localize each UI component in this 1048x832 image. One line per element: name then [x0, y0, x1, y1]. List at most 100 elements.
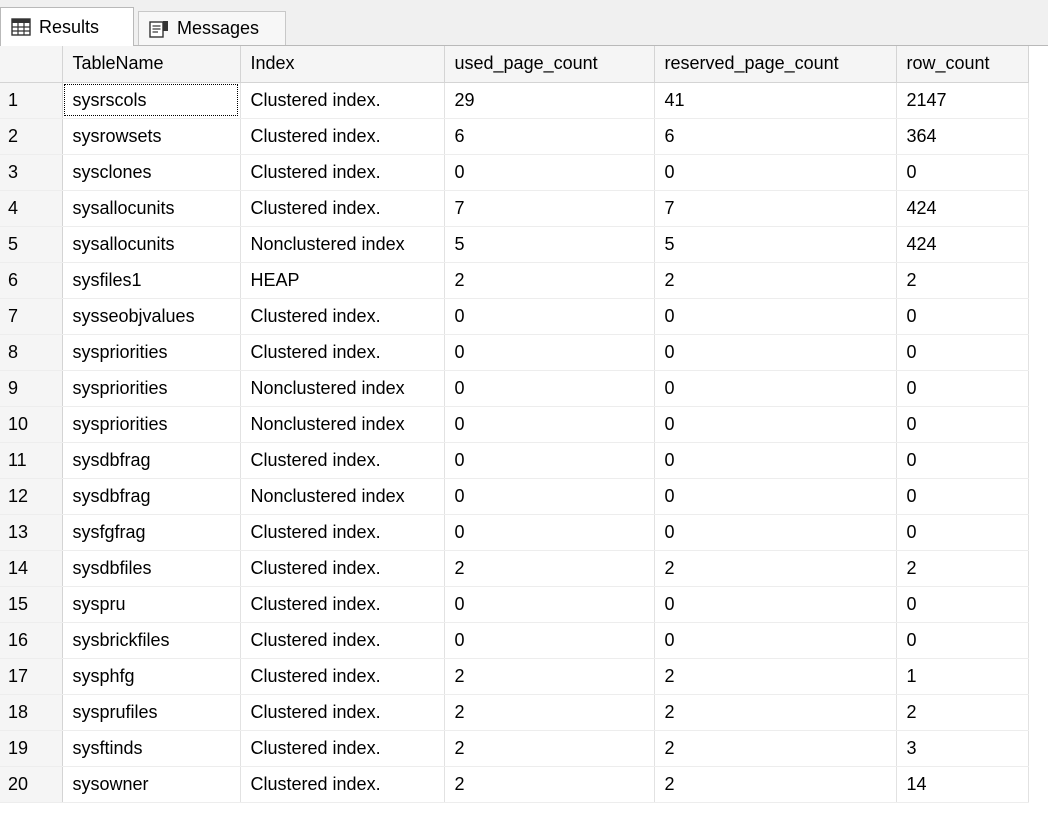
- cell-row-count[interactable]: 0: [896, 370, 1029, 407]
- table-row[interactable]: 8 syspriorities Clustered index. 0 0 0: [0, 334, 1029, 371]
- table-row[interactable]: 1 sysrscols Clustered index. 29 41 2147: [0, 82, 1029, 119]
- cell-reserved-page-count[interactable]: 6: [654, 118, 897, 155]
- cell-used-page-count[interactable]: 0: [444, 622, 655, 659]
- cell-tablename[interactable]: sysallocunits: [62, 226, 241, 263]
- cell-row-count[interactable]: 424: [896, 226, 1029, 263]
- cell-tablename[interactable]: sysseobjvalues: [62, 298, 241, 335]
- row-number[interactable]: 4: [0, 190, 63, 227]
- cell-index[interactable]: Clustered index.: [240, 118, 445, 155]
- row-number[interactable]: 5: [0, 226, 63, 263]
- cell-used-page-count[interactable]: 0: [444, 298, 655, 335]
- cell-used-page-count[interactable]: 0: [444, 514, 655, 551]
- cell-reserved-page-count[interactable]: 2: [654, 730, 897, 767]
- row-number[interactable]: 8: [0, 334, 63, 371]
- cell-reserved-page-count[interactable]: 0: [654, 514, 897, 551]
- tab-results[interactable]: Results: [0, 7, 134, 46]
- column-header-row-count[interactable]: row_count: [896, 46, 1029, 83]
- cell-reserved-page-count[interactable]: 2: [654, 766, 897, 803]
- column-header-used-page-count[interactable]: used_page_count: [444, 46, 655, 83]
- row-number[interactable]: 2: [0, 118, 63, 155]
- cell-index[interactable]: Clustered index.: [240, 298, 445, 335]
- cell-reserved-page-count[interactable]: 2: [654, 694, 897, 731]
- cell-index[interactable]: Clustered index.: [240, 514, 445, 551]
- cell-reserved-page-count[interactable]: 0: [654, 478, 897, 515]
- cell-tablename[interactable]: sysphfg: [62, 658, 241, 695]
- cell-row-count[interactable]: 0: [896, 298, 1029, 335]
- table-row[interactable]: 16 sysbrickfiles Clustered index. 0 0 0: [0, 622, 1029, 659]
- cell-used-page-count[interactable]: 2: [444, 766, 655, 803]
- table-row[interactable]: 18 sysprufiles Clustered index. 2 2 2: [0, 694, 1029, 731]
- table-row[interactable]: 13 sysfgfrag Clustered index. 0 0 0: [0, 514, 1029, 551]
- cell-used-page-count[interactable]: 0: [444, 370, 655, 407]
- cell-tablename[interactable]: sysbrickfiles: [62, 622, 241, 659]
- cell-tablename[interactable]: sysftinds: [62, 730, 241, 767]
- cell-index[interactable]: Clustered index.: [240, 766, 445, 803]
- cell-reserved-page-count[interactable]: 7: [654, 190, 897, 227]
- cell-index[interactable]: Clustered index.: [240, 82, 445, 119]
- row-number[interactable]: 12: [0, 478, 63, 515]
- row-number[interactable]: 20: [0, 766, 63, 803]
- tab-messages[interactable]: Messages: [138, 11, 286, 45]
- cell-row-count[interactable]: 0: [896, 334, 1029, 371]
- cell-used-page-count[interactable]: 2: [444, 262, 655, 299]
- cell-tablename[interactable]: sysowner: [62, 766, 241, 803]
- row-number[interactable]: 18: [0, 694, 63, 731]
- cell-index[interactable]: HEAP: [240, 262, 445, 299]
- cell-row-count[interactable]: 0: [896, 586, 1029, 623]
- cell-tablename[interactable]: syspru: [62, 586, 241, 623]
- cell-tablename[interactable]: sysdbfrag: [62, 478, 241, 515]
- cell-row-count[interactable]: 2: [896, 694, 1029, 731]
- cell-row-count[interactable]: 0: [896, 406, 1029, 443]
- row-number[interactable]: 6: [0, 262, 63, 299]
- cell-used-page-count[interactable]: 29: [444, 82, 655, 119]
- table-row[interactable]: 19 sysftinds Clustered index. 2 2 3: [0, 730, 1029, 767]
- row-number[interactable]: 7: [0, 298, 63, 335]
- cell-index[interactable]: Clustered index.: [240, 586, 445, 623]
- cell-index[interactable]: Nonclustered index: [240, 226, 445, 263]
- cell-tablename[interactable]: sysdbfrag: [62, 442, 241, 479]
- cell-index[interactable]: Clustered index.: [240, 694, 445, 731]
- table-row[interactable]: 10 syspriorities Nonclustered index 0 0 0: [0, 406, 1029, 443]
- cell-used-page-count[interactable]: 0: [444, 154, 655, 191]
- cell-used-page-count[interactable]: 5: [444, 226, 655, 263]
- cell-reserved-page-count[interactable]: 2: [654, 550, 897, 587]
- cell-used-page-count[interactable]: 2: [444, 694, 655, 731]
- row-number[interactable]: 14: [0, 550, 63, 587]
- table-row[interactable]: 17 sysphfg Clustered index. 2 2 1: [0, 658, 1029, 695]
- cell-index[interactable]: Clustered index.: [240, 658, 445, 695]
- cell-index[interactable]: Clustered index.: [240, 622, 445, 659]
- row-number[interactable]: 17: [0, 658, 63, 695]
- cell-tablename[interactable]: sysdbfiles: [62, 550, 241, 587]
- row-number-header[interactable]: [0, 46, 63, 83]
- cell-used-page-count[interactable]: 0: [444, 478, 655, 515]
- cell-index[interactable]: Clustered index.: [240, 442, 445, 479]
- cell-row-count[interactable]: 2: [896, 550, 1029, 587]
- cell-index[interactable]: Nonclustered index: [240, 478, 445, 515]
- cell-tablename[interactable]: sysallocunits: [62, 190, 241, 227]
- cell-reserved-page-count[interactable]: 0: [654, 586, 897, 623]
- cell-tablename[interactable]: syspriorities: [62, 370, 241, 407]
- cell-row-count[interactable]: 14: [896, 766, 1029, 803]
- table-row[interactable]: 2 sysrowsets Clustered index. 6 6 364: [0, 118, 1029, 155]
- cell-reserved-page-count[interactable]: 41: [654, 82, 897, 119]
- row-number[interactable]: 9: [0, 370, 63, 407]
- cell-used-page-count[interactable]: 7: [444, 190, 655, 227]
- cell-reserved-page-count[interactable]: 0: [654, 622, 897, 659]
- table-row[interactable]: 7 sysseobjvalues Clustered index. 0 0 0: [0, 298, 1029, 335]
- row-number[interactable]: 11: [0, 442, 63, 479]
- cell-index[interactable]: Clustered index.: [240, 190, 445, 227]
- cell-row-count[interactable]: 0: [896, 514, 1029, 551]
- cell-index[interactable]: Clustered index.: [240, 730, 445, 767]
- table-row[interactable]: 20 sysowner Clustered index. 2 2 14: [0, 766, 1029, 803]
- cell-row-count[interactable]: 2: [896, 262, 1029, 299]
- row-number[interactable]: 1: [0, 82, 63, 119]
- results-grid[interactable]: TableName Index used_page_count reserved…: [0, 46, 1048, 832]
- cell-reserved-page-count[interactable]: 2: [654, 262, 897, 299]
- cell-row-count[interactable]: 0: [896, 442, 1029, 479]
- cell-tablename[interactable]: syspriorities: [62, 406, 241, 443]
- table-row[interactable]: 3 sysclones Clustered index. 0 0 0: [0, 154, 1029, 191]
- cell-reserved-page-count[interactable]: 0: [654, 298, 897, 335]
- cell-reserved-page-count[interactable]: 0: [654, 370, 897, 407]
- cell-reserved-page-count[interactable]: 0: [654, 442, 897, 479]
- cell-index[interactable]: Clustered index.: [240, 154, 445, 191]
